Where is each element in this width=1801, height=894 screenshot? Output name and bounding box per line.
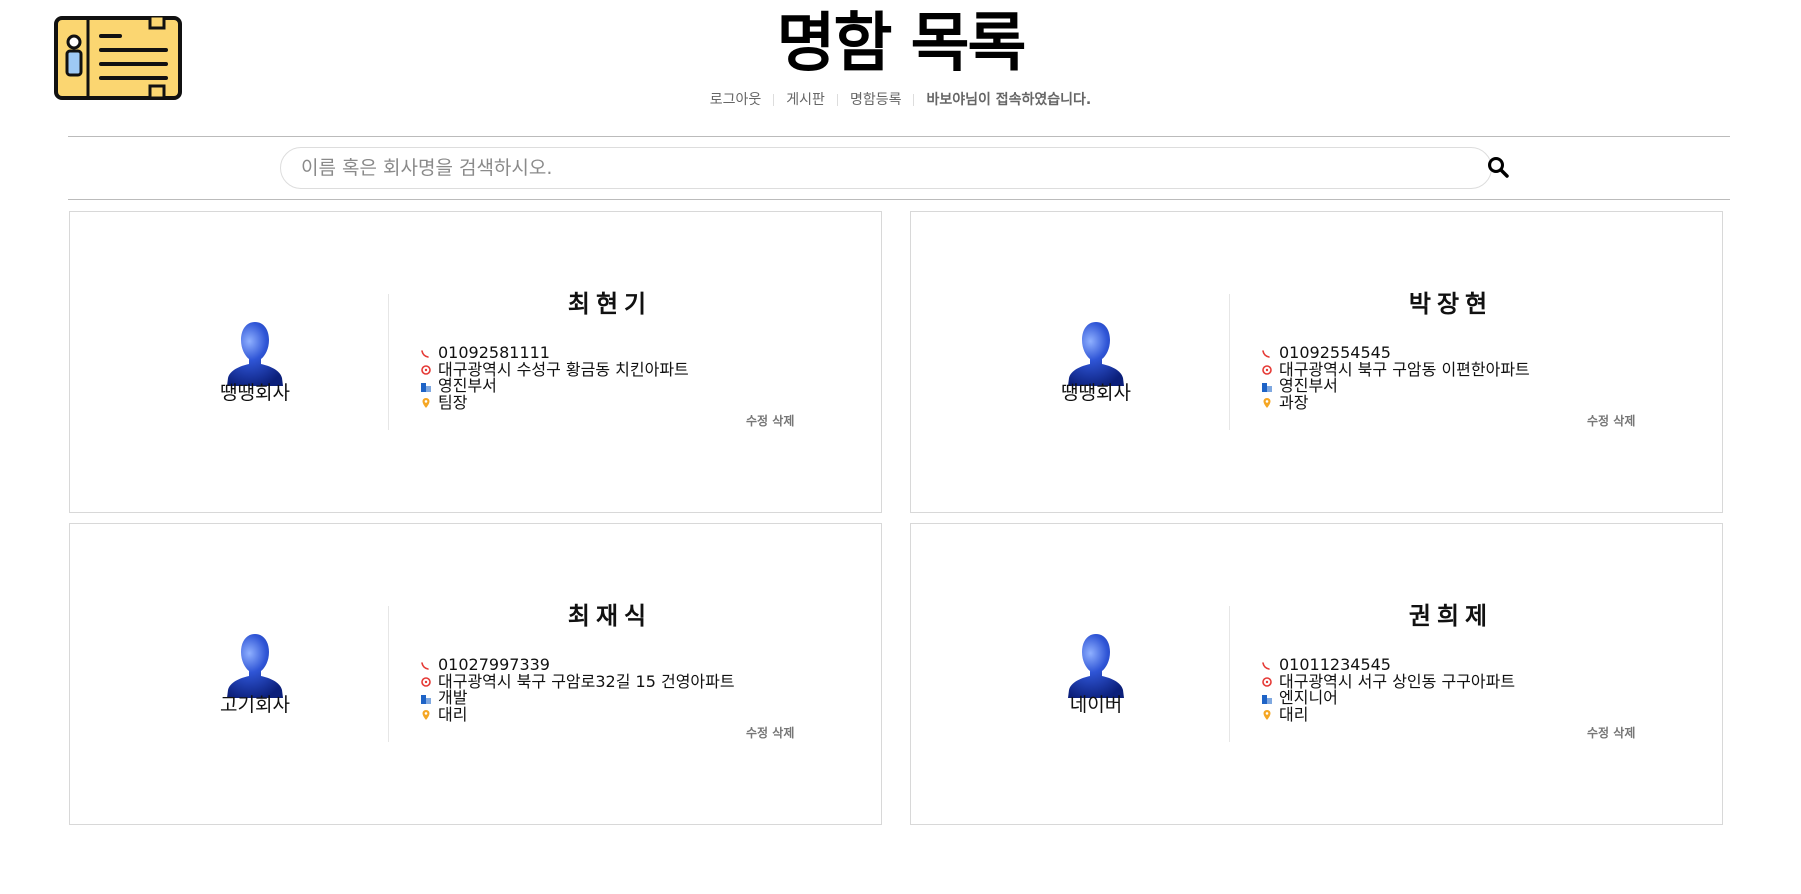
card-position: 대리 — [1279, 704, 1309, 724]
phone-icon — [1262, 662, 1270, 670]
user-silhouette-icon — [227, 634, 283, 698]
card-actions: 수정 삭제 — [746, 724, 794, 741]
logout-link[interactable]: 로그아웃 — [698, 90, 774, 110]
map-pin-icon — [422, 709, 430, 720]
delete-button[interactable]: 삭제 — [1613, 726, 1635, 740]
card-company-block: 네이버 — [1016, 632, 1176, 716]
card-company: 땡땡회사 — [1061, 382, 1131, 404]
header-divider — [68, 136, 1730, 137]
register-card-link[interactable]: 명함등록 — [838, 90, 914, 110]
user-silhouette-icon — [1068, 634, 1124, 698]
card-divider — [1229, 294, 1230, 430]
card-divider — [388, 294, 389, 430]
card-position-row: 팀장 — [420, 392, 689, 412]
business-card: 네이버 권희제 01011234545 대구광역시 서구 상인동 구구아파트 엔… — [910, 523, 1723, 825]
card-position-row: 과장 — [1261, 392, 1530, 412]
building-icon — [421, 383, 431, 392]
edit-button[interactable]: 수정 — [746, 726, 768, 740]
search-input[interactable] — [280, 147, 1492, 189]
top-nav: 로그아웃 게시판 명함등록 바보야님이 접속하였습니다. — [0, 90, 1801, 110]
card-person-name: 최재식 — [567, 602, 653, 630]
card-address: 대구광역시 북구 구암로32길 15 건영아파트 — [438, 671, 735, 691]
card-person-name: 권희제 — [1408, 602, 1494, 630]
edit-button[interactable]: 수정 — [1587, 726, 1609, 740]
card-company-block: 고기회사 — [175, 632, 335, 716]
business-card: 고기회사 최재식 01027997339 대구광역시 북구 구암로32길 15 … — [69, 523, 882, 825]
card-info: 01092581111 대구광역시 수성구 황금동 치킨아파트 영진부서 팀장 — [420, 344, 689, 412]
card-actions: 수정 삭제 — [1587, 412, 1635, 429]
card-company: 땡땡회사 — [220, 382, 290, 404]
search-icon — [1488, 157, 1509, 178]
map-pin-icon — [1263, 709, 1271, 720]
location-ring-icon — [421, 676, 431, 687]
card-actions: 수정 삭제 — [1587, 724, 1635, 741]
card-info: 01011234545 대구광역시 서구 상인동 구구아파트 엔지니어 대리 — [1261, 656, 1515, 724]
map-pin-icon — [1263, 397, 1271, 408]
card-actions: 수정 삭제 — [746, 412, 794, 429]
user-silhouette-icon — [1068, 322, 1124, 386]
card-position: 팀장 — [438, 392, 468, 412]
card-position-row: 대리 — [1261, 704, 1515, 724]
building-icon — [1262, 695, 1272, 704]
search-button[interactable] — [1486, 155, 1512, 181]
phone-icon — [1262, 350, 1270, 358]
card-divider — [388, 606, 389, 742]
building-icon — [421, 695, 431, 704]
card-company: 고기회사 — [220, 694, 290, 716]
card-person-name: 최현기 — [567, 290, 653, 318]
card-company: 네이버 — [1069, 694, 1123, 716]
business-card: 땡땡회사 최현기 01092581111 대구광역시 수성구 황금동 치킨아파트… — [69, 211, 882, 513]
location-ring-icon — [421, 364, 431, 375]
phone-icon — [421, 662, 429, 670]
welcome-message: 바보야님이 접속하였습니다. — [926, 92, 1092, 108]
card-position: 과장 — [1279, 392, 1309, 412]
business-card: 땡땡회사 박장현 01092554545 대구광역시 북구 구암동 이편한아파트… — [910, 211, 1723, 513]
location-ring-icon — [1262, 364, 1272, 375]
card-position-row: 대리 — [420, 704, 735, 724]
delete-button[interactable]: 삭제 — [772, 414, 794, 428]
card-person-name: 박장현 — [1408, 290, 1494, 318]
card-info: 01027997339 대구광역시 북구 구암로32길 15 건영아파트 개발 … — [420, 656, 735, 724]
edit-button[interactable]: 수정 — [746, 414, 768, 428]
edit-button[interactable]: 수정 — [1587, 414, 1609, 428]
page-title: 명함 목록 — [776, 7, 1027, 81]
delete-button[interactable]: 삭제 — [772, 726, 794, 740]
card-position: 대리 — [438, 704, 468, 724]
location-ring-icon — [1262, 676, 1272, 687]
building-icon — [1262, 383, 1272, 392]
map-pin-icon — [422, 397, 430, 408]
card-company-block: 땡땡회사 — [1016, 320, 1176, 404]
card-divider — [1229, 606, 1230, 742]
phone-icon — [421, 350, 429, 358]
user-silhouette-icon — [227, 322, 283, 386]
delete-button[interactable]: 삭제 — [1613, 414, 1635, 428]
card-info: 01092554545 대구광역시 북구 구암동 이편한아파트 영진부서 과장 — [1261, 344, 1530, 412]
card-company-block: 땡땡회사 — [175, 320, 335, 404]
board-link[interactable]: 게시판 — [774, 90, 837, 110]
search-bar — [280, 147, 1509, 189]
search-divider — [68, 199, 1730, 200]
